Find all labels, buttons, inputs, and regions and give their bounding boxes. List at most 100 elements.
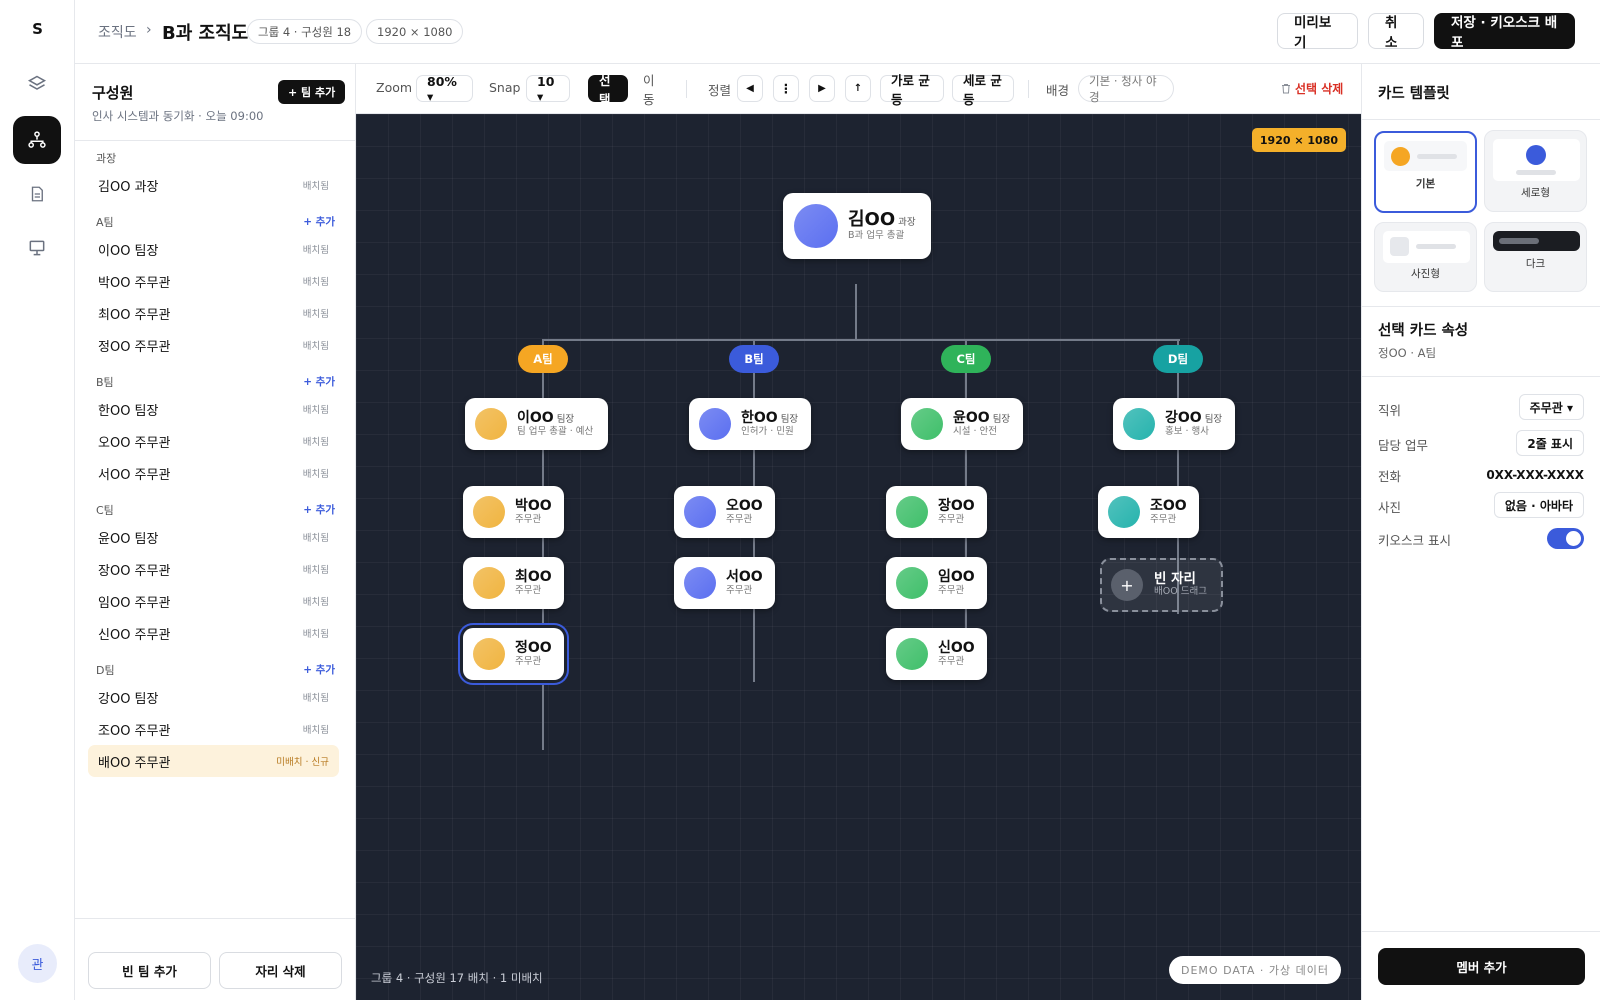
add-team-button[interactable]: + 팀 추가 — [278, 80, 346, 104]
align-label: 정렬 — [708, 83, 732, 98]
member-row[interactable]: 박OO 주무관 배치됨 — [88, 265, 339, 297]
template-dark[interactable]: 다크 — [1484, 222, 1587, 292]
panel-divider — [1362, 931, 1600, 932]
user-avatar[interactable]: 관 — [18, 944, 57, 983]
preview-button[interactable]: 미리보기 — [1277, 13, 1358, 51]
card-duty: 팀 업무 총괄 · 예산 — [517, 425, 594, 437]
distribute-horizontal-button[interactable]: 가로 균등 — [880, 73, 944, 107]
member-panel: 구성원 + 팀 추가 인사 시스템과 동기화 · 오늘 09:00 과장 김OO … — [75, 64, 356, 1000]
breadcrumb-orgchart[interactable]: 조직도 — [98, 22, 137, 42]
zoom-select[interactable]: 80% ▾ — [416, 74, 473, 104]
move-tool-button[interactable]: 이동 — [632, 73, 672, 107]
member-row[interactable]: 조OO 주무관 배치됨 — [88, 713, 339, 745]
empty-slot-dropzone[interactable]: + 빈 자리 배OO 드래그 — [1100, 558, 1223, 612]
member-name: 임OO 주무관 — [98, 595, 171, 611]
prop-label-kiosk: 키오스크 표시 — [1378, 533, 1451, 548]
align-right-button[interactable]: ▶ — [809, 75, 835, 102]
card-name: 정OO — [515, 640, 552, 657]
team-label-pill[interactable]: B팀 — [729, 345, 779, 373]
distribute-vertical-button[interactable]: 세로 균등 — [952, 73, 1014, 107]
member-row[interactable]: 이OO 팀장 배치됨 — [88, 233, 339, 265]
team-label-pill[interactable]: D팀 — [1153, 345, 1203, 373]
delete-selection-button[interactable]: 선택 삭제 — [1280, 80, 1343, 97]
template-basic[interactable]: 기본 — [1374, 131, 1477, 213]
background-label: 배경 — [1046, 83, 1070, 98]
document-nav-button[interactable] — [13, 170, 61, 218]
avatar — [475, 408, 507, 440]
card-duty: 주무관 — [515, 655, 542, 667]
align-left-button[interactable]: ◀ — [737, 75, 763, 102]
member-card[interactable]: 오OO 주무관 — [674, 486, 775, 538]
group-add-member-button[interactable]: + 추가 — [303, 662, 335, 677]
position-select[interactable]: 주무관 ▾ — [1518, 394, 1584, 420]
align-top-button[interactable]: ↑ — [845, 75, 871, 102]
member-name: 이OO 팀장 — [98, 243, 159, 259]
member-row[interactable]: 한OO 팀장 배치됨 — [88, 393, 339, 425]
member-row[interactable]: 서OO 주무관 배치됨 — [88, 457, 339, 489]
avatar — [684, 567, 716, 599]
member-row[interactable]: 배OO 주무관 미배치 · 신규 — [88, 745, 339, 777]
team-leader-card[interactable]: 한OO 팀장 인허가 · 민원 — [689, 398, 811, 450]
sync-status: 인사 시스템과 동기화 · 오늘 09:00 — [92, 109, 264, 123]
member-card[interactable]: 최OO 주무관 — [463, 557, 564, 609]
save-deploy-button[interactable]: 저장 · 키오스크 배포 — [1434, 13, 1575, 51]
member-card[interactable]: 임OO 주무관 — [886, 557, 987, 609]
org-chart-canvas[interactable]: 1920 × 1080 김OO 과장 B과 업무 총괄 A팀이OO 팀장 팀 업무 총괄 … — [356, 114, 1361, 1000]
member-row[interactable]: 임OO 주무관 배치됨 — [88, 585, 339, 617]
template-vertical[interactable]: 세로형 — [1484, 130, 1587, 212]
team-leader-card[interactable]: 이OO 팀장 팀 업무 총괄 · 예산 — [465, 398, 608, 450]
card-name: 이OO — [517, 410, 554, 427]
add-member-button[interactable]: 멤버 추가 — [1378, 948, 1585, 985]
template-photo[interactable]: 사진형 — [1374, 222, 1477, 292]
panel-divider — [1362, 306, 1600, 307]
cancel-button[interactable]: 취소 — [1368, 13, 1424, 51]
phone-value[interactable]: 0XX-XXX-XXXX — [1486, 462, 1584, 488]
prop-label-duty: 담당 업무 — [1378, 438, 1428, 453]
member-row[interactable]: 김OO 과장 배치됨 — [88, 169, 339, 201]
template-photo-label: 사진형 — [1411, 268, 1440, 280]
member-name: 배OO 주무관 — [98, 755, 171, 771]
duty-display-select[interactable]: 2줄 표시 — [1516, 430, 1584, 456]
nav-rail: S 관 — [0, 0, 75, 1000]
add-empty-team-button[interactable]: 빈 팀 추가 — [88, 952, 211, 989]
member-card[interactable]: 장OO 주무관 — [886, 486, 987, 538]
member-row[interactable]: 정OO 주무관 배치됨 — [88, 329, 339, 361]
team-label-pill[interactable]: C팀 — [941, 345, 991, 373]
card-name: 윤OO — [953, 410, 990, 427]
avatar — [1123, 408, 1155, 440]
org-chart-nav-button[interactable] — [13, 116, 61, 164]
member-status: 배치됨 — [302, 181, 329, 192]
member-row[interactable]: 윤OO 팀장 배치됨 — [88, 521, 339, 553]
member-row[interactable]: 오OO 주무관 배치됨 — [88, 425, 339, 457]
member-name: 정OO 주무관 — [98, 339, 171, 355]
team-label-pill[interactable]: A팀 — [518, 345, 568, 373]
member-card[interactable]: 정OO 주무관 — [463, 628, 564, 680]
canvas-size-badge: 1920 × 1080 — [1251, 128, 1346, 152]
background-select[interactable]: 기본 · 청사 야경 — [1078, 74, 1174, 104]
member-card[interactable]: 서OO 주무관 — [674, 557, 775, 609]
member-card[interactable]: 박OO 주무관 — [463, 486, 564, 538]
team-leader-card[interactable]: 윤OO 팀장 시설 · 안전 — [901, 398, 1023, 450]
member-card[interactable]: 신OO 주무관 — [886, 628, 987, 680]
layers-nav-button[interactable] — [13, 60, 61, 108]
snap-select[interactable]: 10 ▾ — [526, 74, 570, 104]
card-name: 서OO — [726, 569, 763, 586]
align-vcenter-button[interactable]: ⋮ — [773, 75, 799, 102]
group-add-member-button[interactable]: + 추가 — [303, 214, 335, 229]
member-row[interactable]: 장OO 주무관 배치됨 — [88, 553, 339, 585]
member-row[interactable]: 강OO 팀장 배치됨 — [88, 681, 339, 713]
group-add-member-button[interactable]: + 추가 — [303, 374, 335, 389]
delete-slot-button[interactable]: 자리 삭제 — [219, 952, 342, 989]
root-card[interactable]: 김OO 과장 B과 업무 총괄 — [783, 193, 931, 259]
group-add-member-button[interactable]: + 추가 — [303, 502, 335, 517]
kiosk-nav-button[interactable] — [13, 224, 61, 272]
kiosk-visibility-toggle[interactable] — [1547, 528, 1584, 549]
select-tool-button[interactable]: 선택 — [588, 73, 628, 107]
member-row[interactable]: 최OO 주무관 배치됨 — [88, 297, 339, 329]
team-leader-card[interactable]: 강OO 팀장 홍보 · 행사 — [1113, 398, 1235, 450]
member-row[interactable]: 신OO 주무관 배치됨 — [88, 617, 339, 649]
member-card[interactable]: 조OO 주무관 — [1098, 486, 1199, 538]
member-name: 김OO 과장 — [98, 179, 159, 195]
photo-select[interactable]: 없음 · 아바타 — [1493, 492, 1584, 518]
avatar — [896, 567, 928, 599]
